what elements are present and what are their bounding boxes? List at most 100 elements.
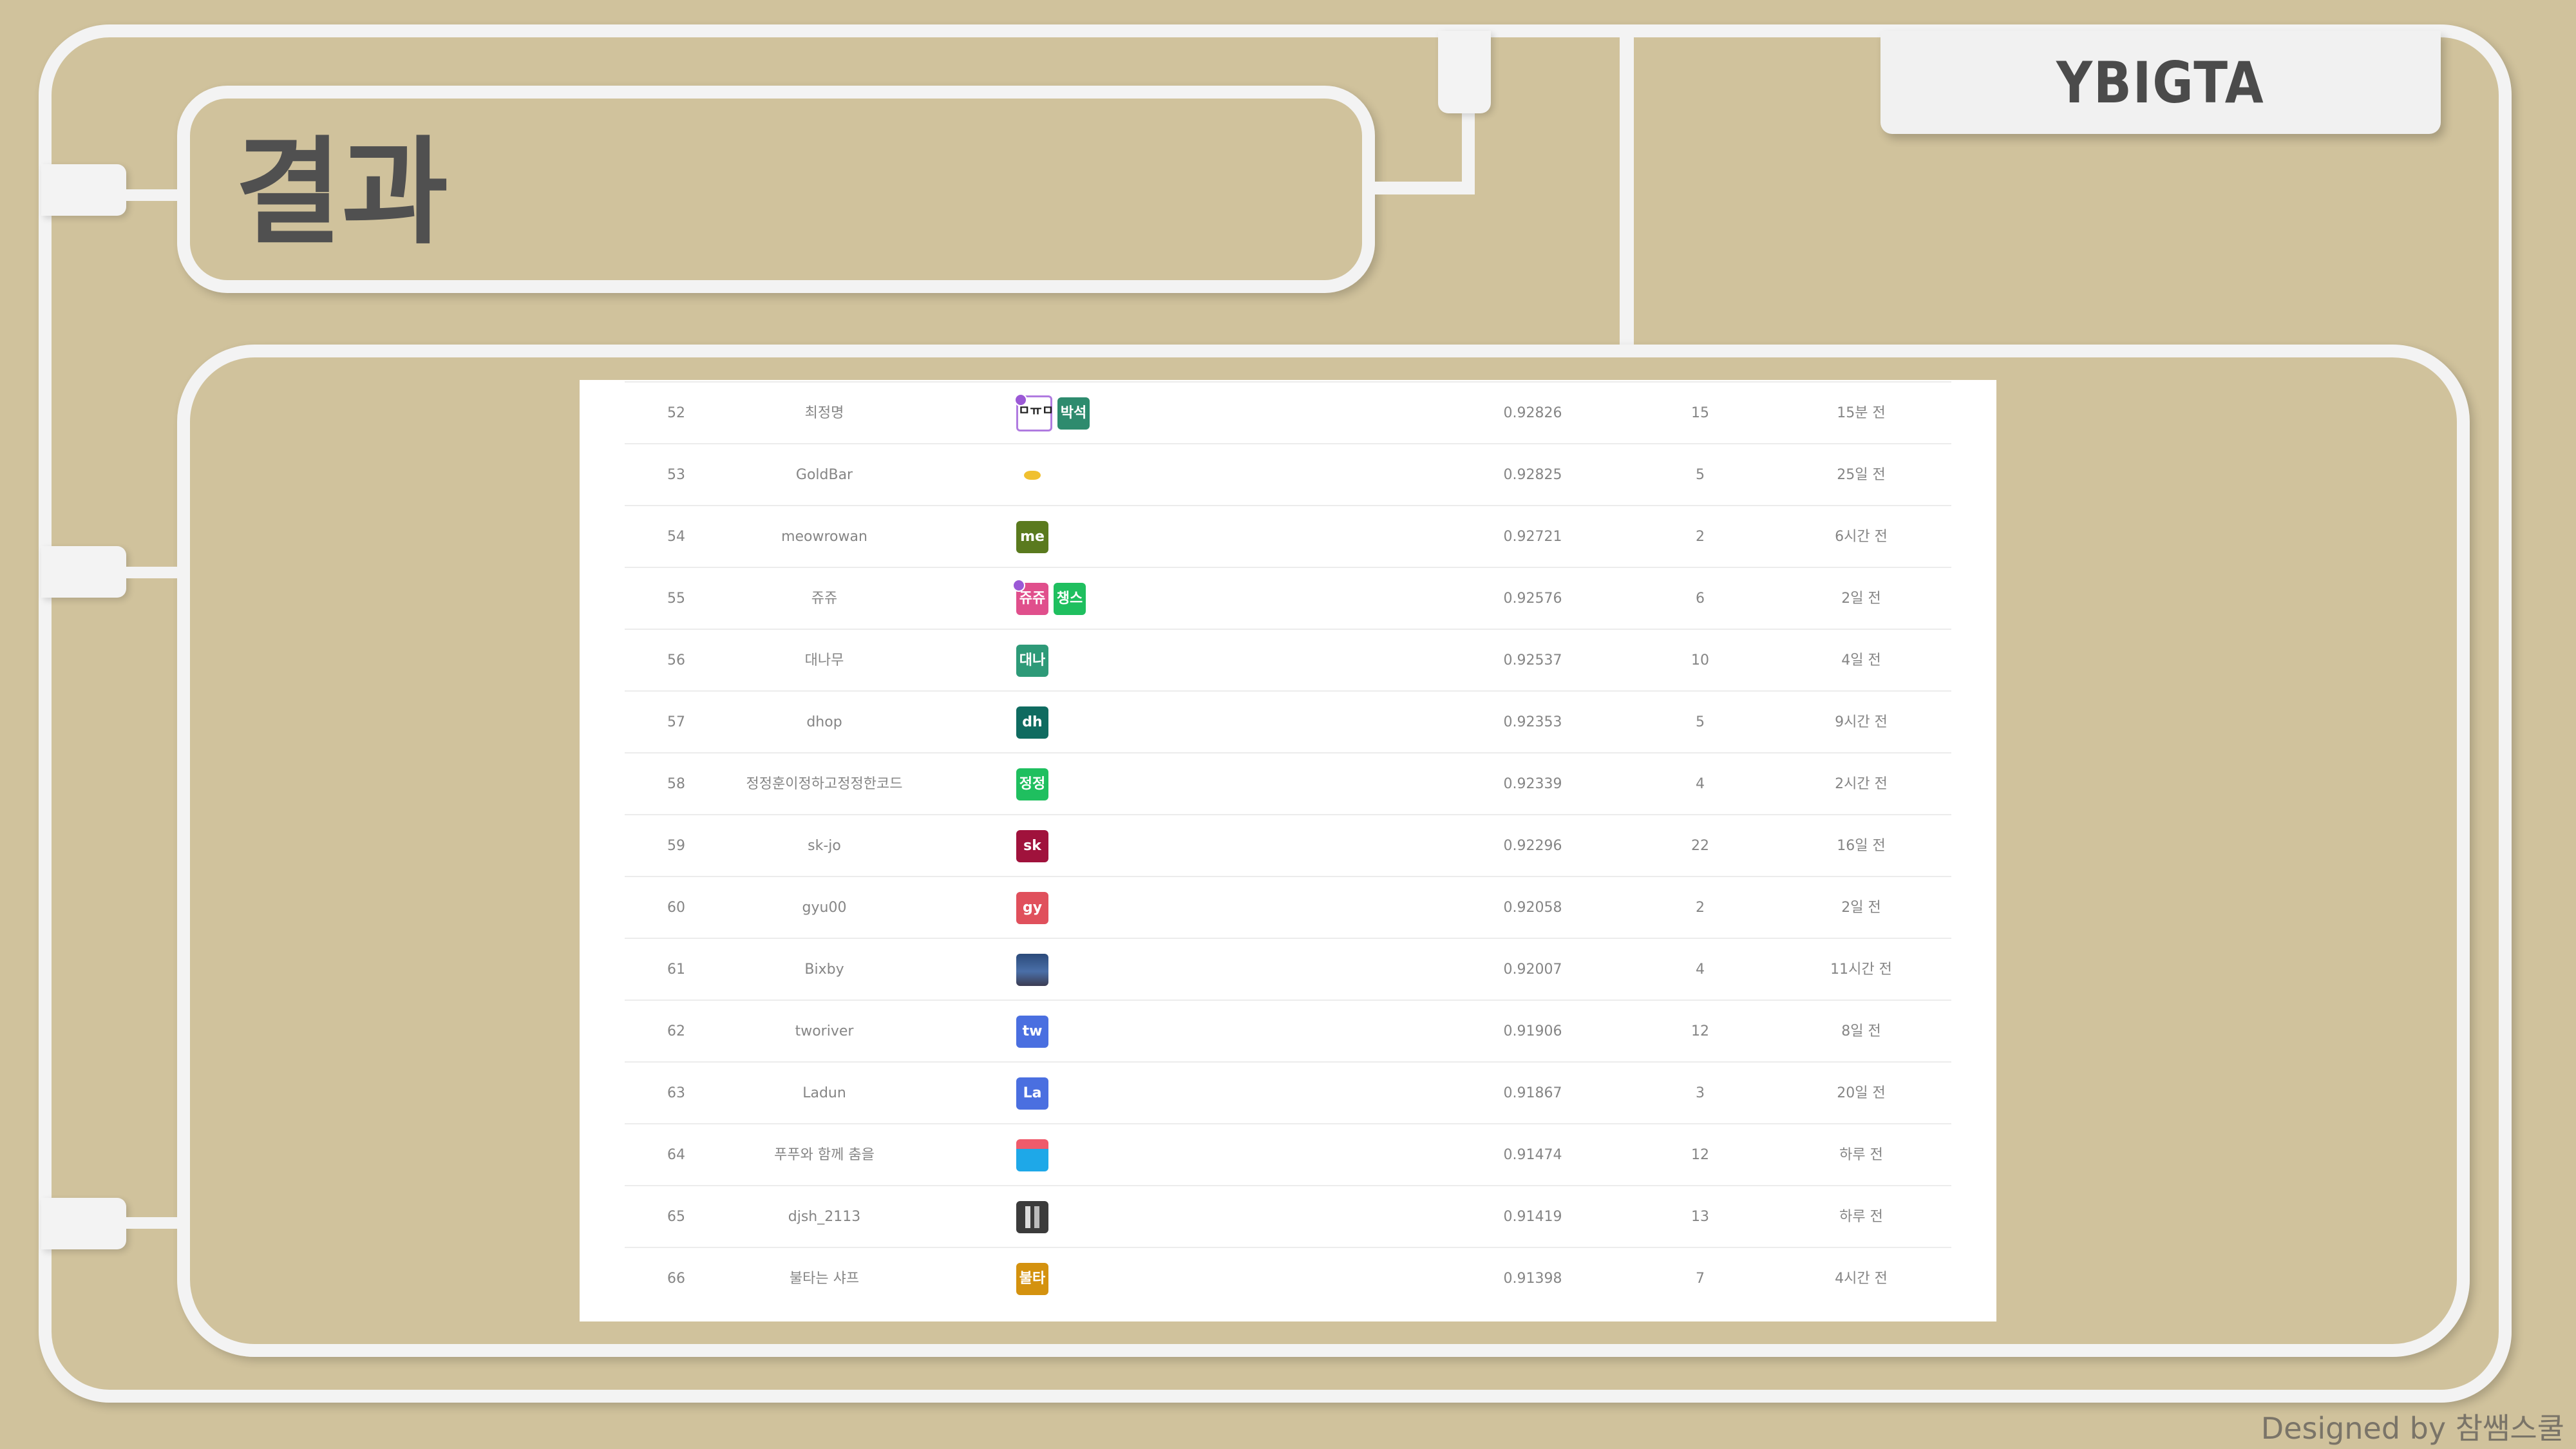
team-name-cell[interactable]: 대나무 (728, 630, 921, 692)
rank-cell: 66 (667, 1271, 685, 1287)
side-tab (41, 1198, 126, 1249)
member-avatar-icon[interactable]: me (1016, 521, 1048, 553)
entries-cell: 13 (1691, 1209, 1709, 1225)
team-name-cell[interactable]: 정정훈이정하고정정한코드 (728, 753, 921, 815)
team-name-cell[interactable]: Ladun (728, 1063, 921, 1124)
score-cell: 0.92826 (1503, 405, 1562, 421)
leader-badge-icon (1012, 579, 1025, 592)
rank-cell: 60 (667, 900, 685, 916)
last-submission-cell: 8일 전 (1841, 1023, 1881, 1039)
team-name-cell[interactable]: 불타는 샤프 (728, 1248, 921, 1310)
team-members-cell: 정정 (1016, 753, 1209, 815)
last-submission-cell: 9시간 전 (1835, 714, 1888, 730)
logo: YBIGTA (2056, 49, 2265, 116)
rank-cell: 59 (667, 838, 685, 854)
entries-cell: 5 (1696, 467, 1705, 483)
team-members-cell: gy (1016, 877, 1209, 939)
entries-cell: 4 (1696, 776, 1705, 792)
member-avatar-icon[interactable] (1016, 459, 1048, 491)
member-avatar-icon[interactable] (1016, 954, 1048, 986)
rank-cell: 63 (667, 1085, 685, 1101)
last-submission-cell: 16일 전 (1837, 838, 1886, 854)
leaderboard-row[interactable]: 60 gyu00 gy 0.92058 2 2일 전 (625, 876, 1951, 939)
rank-cell: 54 (667, 529, 685, 545)
team-name-cell[interactable]: djsh_2113 (728, 1186, 921, 1248)
leaderboard-row[interactable]: 57 dhop dh 0.92353 5 9시간 전 (625, 690, 1951, 753)
leaderboard-row[interactable]: 61 Bixby 0.92007 4 11시간 전 (625, 938, 1951, 1001)
member-avatar-icon[interactable]: 불타 (1016, 1263, 1048, 1295)
last-submission-cell: 2일 전 (1841, 591, 1881, 607)
entries-cell: 7 (1696, 1271, 1705, 1287)
member-avatar-icon[interactable]: 박석 (1057, 397, 1090, 430)
leaderboard-row[interactable]: 59 sk-jo sk 0.92296 22 16일 전 (625, 814, 1951, 877)
leaderboard-row[interactable]: 53 GoldBar 0.92825 5 25일 전 (625, 443, 1951, 506)
member-avatar-icon[interactable]: 정정 (1016, 768, 1048, 800)
rank-cell: 61 (667, 961, 685, 978)
team-name-cell[interactable]: tworiver (728, 1001, 921, 1063)
leaderboard-row[interactable]: 58 정정훈이정하고정정한코드 정정 0.92339 4 2시간 전 (625, 752, 1951, 815)
team-name-cell[interactable]: meowrowan (728, 506, 921, 568)
team-name-cell[interactable]: 쥬쥬 (728, 568, 921, 630)
team-members-cell: me (1016, 506, 1209, 568)
leaderboard-row[interactable]: 52 최정명 ㅁㅠㅁ 박석 0.92826 15 15분 전 (625, 381, 1951, 444)
member-avatar-icon[interactable]: 대나 (1016, 645, 1048, 677)
score-cell: 0.92721 (1503, 529, 1562, 545)
team-name-cell[interactable]: 최정명 (728, 383, 921, 444)
member-avatar-icon[interactable]: La (1016, 1077, 1048, 1110)
score-cell: 0.91906 (1503, 1023, 1562, 1039)
leaderboard-row[interactable]: 56 대나무 대나 0.92537 10 4일 전 (625, 629, 1951, 692)
rank-cell: 52 (667, 405, 685, 421)
member-avatar-icon[interactable]: sk (1016, 830, 1048, 862)
entries-cell: 12 (1691, 1147, 1709, 1163)
leaderboard-row[interactable]: 65 djsh_2113 0.91419 13 하루 전 (625, 1185, 1951, 1248)
member-avatar-icon[interactable]: 챙스 (1054, 583, 1086, 615)
member-avatar-icon[interactable]: gy (1016, 892, 1048, 924)
leaderboard-row[interactable]: 66 불타는 샤프 불타 0.91398 7 4시간 전 (625, 1247, 1951, 1310)
team-name-cell[interactable]: Bixby (728, 939, 921, 1001)
member-avatar-icon[interactable]: tw (1016, 1016, 1048, 1048)
entries-cell: 22 (1691, 838, 1709, 854)
entries-cell: 4 (1696, 961, 1705, 978)
member-avatar-icon[interactable]: 쥬쥬 (1012, 579, 1048, 615)
rank-cell: 53 (667, 467, 685, 483)
team-members-cell: tw (1016, 1001, 1209, 1063)
team-name-cell[interactable]: 푸푸와 함께 춤을 (728, 1124, 921, 1186)
side-connector (122, 1217, 180, 1229)
logo-box: YBIGTA (1880, 31, 2441, 134)
rank-cell: 55 (667, 591, 685, 607)
leaderboard-row[interactable]: 55 쥬쥬 쥬쥬 챙스 0.92576 6 2일 전 (625, 567, 1951, 630)
rank-cell: 56 (667, 652, 685, 668)
score-cell: 0.92058 (1503, 900, 1562, 916)
member-avatar-icon[interactable]: dh (1016, 706, 1048, 739)
score-cell: 0.92353 (1503, 714, 1562, 730)
team-name-cell[interactable]: gyu00 (728, 877, 921, 939)
rank-cell: 57 (667, 714, 685, 730)
member-avatar-label: sk (1023, 838, 1041, 854)
rank-cell: 62 (667, 1023, 685, 1039)
team-members-cell: 쥬쥬 챙스 (1012, 568, 1209, 630)
last-submission-cell: 6시간 전 (1835, 529, 1888, 545)
last-submission-cell: 2시간 전 (1835, 776, 1888, 792)
score-cell: 0.92576 (1503, 591, 1562, 607)
leaderboard-row[interactable]: 62 tworiver tw 0.91906 12 8일 전 (625, 999, 1951, 1063)
member-avatar-label: 불타 (1019, 1271, 1046, 1287)
team-name-cell[interactable]: sk-jo (728, 815, 921, 877)
member-avatar-icon[interactable] (1016, 1201, 1048, 1233)
last-submission-cell: 15분 전 (1837, 405, 1886, 421)
leaderboard-row[interactable]: 63 Ladun La 0.91867 3 20일 전 (625, 1061, 1951, 1124)
team-name-cell[interactable]: dhop (728, 692, 921, 753)
member-avatar-label: dh (1022, 714, 1043, 730)
side-connector (122, 567, 180, 578)
score-cell: 0.91398 (1503, 1271, 1562, 1287)
score-cell: 0.92296 (1503, 838, 1562, 854)
leaderboard-row[interactable]: 54 meowrowan me 0.92721 2 6시간 전 (625, 505, 1951, 568)
member-avatar-label: gy (1022, 900, 1043, 916)
rank-cell: 58 (667, 776, 685, 792)
member-avatar-icon[interactable] (1016, 1139, 1048, 1171)
side-tab (41, 164, 126, 216)
member-avatar-icon[interactable]: ㅁㅠㅁ (1014, 393, 1054, 431)
leaderboard-row[interactable]: 64 푸푸와 함께 춤을 0.91474 12 하루 전 (625, 1123, 1951, 1186)
footer-credit: Designed by 참쌤스쿨 (2260, 1411, 2564, 1446)
team-name-cell[interactable]: GoldBar (728, 444, 921, 506)
score-cell: 0.91474 (1503, 1147, 1562, 1163)
